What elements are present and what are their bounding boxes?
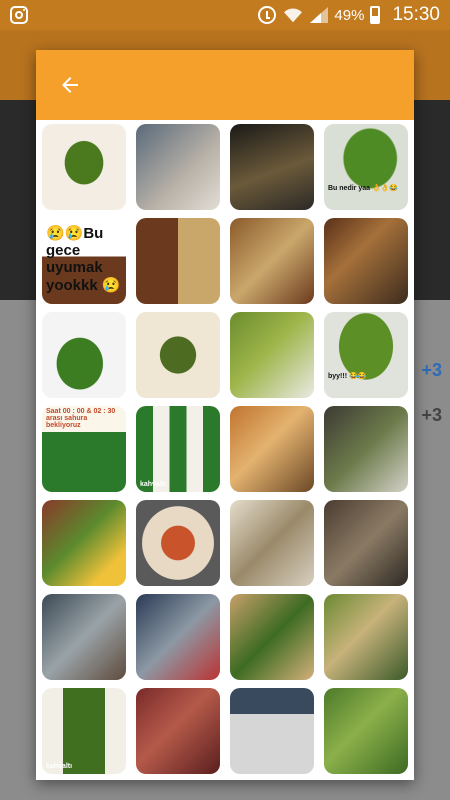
thumbnail-caption: byy!!! 😂😂	[328, 373, 367, 380]
photo-thumbnail[interactable]	[324, 218, 408, 304]
background-counter-b: +3	[421, 405, 442, 425]
photo-thumbnail[interactable]	[136, 688, 220, 774]
photo-thumbnail[interactable]: byy!!! 😂😂	[324, 312, 408, 398]
status-bar: 49% 15:30	[0, 0, 450, 30]
background-counter-a: +3	[421, 360, 442, 380]
signal-icon	[310, 7, 329, 23]
battery-icon	[370, 6, 381, 24]
dialog-header	[36, 50, 414, 120]
photo-thumbnail[interactable]	[324, 500, 408, 586]
photo-gallery-dialog: Bu nedir yaa 👌👌😂 😢😢Bu gece uyumak yookkk …	[36, 50, 414, 780]
wifi-icon	[284, 8, 303, 23]
photo-thumbnail[interactable]	[324, 594, 408, 680]
photo-thumbnail[interactable]	[136, 312, 220, 398]
photo-thumbnail[interactable]	[230, 124, 314, 210]
photo-thumbnail[interactable]: kahvaltı	[136, 406, 220, 492]
arrow-left-icon[interactable]	[58, 73, 82, 97]
photo-thumbnail[interactable]	[230, 312, 314, 398]
instagram-icon	[10, 6, 28, 24]
clock: 15:30	[392, 4, 440, 25]
photo-thumbnail[interactable]: kahvaltı	[42, 688, 126, 774]
photo-grid: Bu nedir yaa 👌👌😂 😢😢Bu gece uyumak yookkk …	[40, 122, 412, 776]
photo-thumbnail[interactable]	[230, 406, 314, 492]
photo-thumbnail[interactable]	[136, 500, 220, 586]
photo-thumbnail[interactable]: Bu nedir yaa 👌👌😂	[324, 124, 408, 210]
photo-thumbnail[interactable]	[230, 500, 314, 586]
photo-thumbnail[interactable]	[42, 312, 126, 398]
thumbnail-caption: Bu nedir yaa 👌👌😂	[328, 185, 399, 192]
photo-thumbnail[interactable]	[42, 500, 126, 586]
photo-thumbnail[interactable]	[136, 594, 220, 680]
thumbnail-caption: kahvaltı	[46, 763, 73, 770]
thumbnail-caption: kahvaltı	[140, 481, 167, 488]
photo-thumbnail[interactable]	[230, 594, 314, 680]
battery-percent: 49%	[334, 6, 365, 24]
photo-thumbnail[interactable]	[230, 218, 314, 304]
thumbnail-caption: Saat 00 : 00 & 02 : 30 arası sahura bekl…	[46, 408, 116, 429]
photo-thumbnail[interactable]	[324, 688, 408, 774]
thumbnail-caption: 😢😢Bu gece uyumak yookkk 😢	[46, 225, 121, 294]
photo-thumbnail[interactable]	[324, 406, 408, 492]
photo-thumbnail[interactable]	[230, 688, 314, 774]
photo-thumbnail[interactable]	[42, 124, 126, 210]
photo-thumbnail[interactable]: 😢😢Bu gece uyumak yookkk 😢	[42, 218, 126, 304]
photo-thumbnail[interactable]: Saat 00 : 00 & 02 : 30 arası sahura bekl…	[42, 406, 126, 492]
photo-thumbnail[interactable]	[136, 124, 220, 210]
photo-thumbnail[interactable]	[136, 218, 220, 304]
alarm-icon	[258, 6, 277, 24]
photo-thumbnail[interactable]	[42, 594, 126, 680]
